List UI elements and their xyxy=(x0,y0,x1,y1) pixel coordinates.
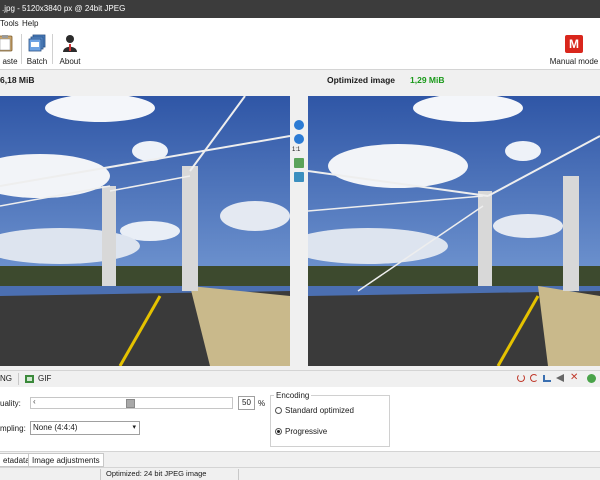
menu-bar: Tools Help xyxy=(0,18,600,30)
manual-mode-icon: M xyxy=(565,35,583,53)
compare-icon[interactable] xyxy=(294,172,304,182)
menu-tools[interactable]: Tools xyxy=(0,18,19,30)
status-bar: Optimized: 24 bit JPEG image xyxy=(0,467,600,480)
optimized-size: 1,29 MiB xyxy=(410,75,445,85)
optimized-image xyxy=(308,96,600,366)
chevron-down-icon: ▾ xyxy=(132,424,136,431)
gif-icon xyxy=(25,375,34,383)
original-image-panel[interactable] xyxy=(0,96,290,366)
slider-left-arrow-icon[interactable]: ‹ xyxy=(33,397,36,406)
progressive-radio[interactable] xyxy=(275,428,282,435)
clipboard-icon xyxy=(0,35,13,52)
manual-mode-button[interactable]: M Manual mode xyxy=(548,32,600,68)
status-divider xyxy=(100,469,101,480)
quality-slider[interactable]: ‹ xyxy=(30,397,233,409)
delete-icon[interactable]: ✕ xyxy=(570,373,578,383)
about-label: About xyxy=(59,57,81,66)
menu-help[interactable]: Help xyxy=(22,18,38,30)
refresh-icon[interactable] xyxy=(587,374,596,383)
quality-value-input[interactable]: 50 xyxy=(238,396,255,410)
batch-label: Batch xyxy=(26,57,48,66)
redo-icon[interactable] xyxy=(530,374,538,382)
fit-icon[interactable] xyxy=(294,158,304,168)
bottom-tabs: etadata Image adjustments xyxy=(0,451,600,467)
rotate-icon[interactable] xyxy=(556,374,564,382)
zoom-toolbar: 1:1 xyxy=(290,90,308,370)
optimized-image-panel[interactable] xyxy=(308,96,600,366)
toolbar-divider xyxy=(52,34,53,64)
toolbar-divider xyxy=(21,34,22,64)
format-gif-tab[interactable]: GIF xyxy=(38,371,51,386)
quality-slider-thumb[interactable] xyxy=(126,399,135,408)
zoom-out-icon[interactable] xyxy=(294,134,304,144)
standard-optimized-radio[interactable] xyxy=(275,407,282,414)
format-png-tab[interactable]: NG xyxy=(0,371,12,386)
original-size: 6,18 MiB xyxy=(0,75,35,85)
actual-size-button[interactable]: 1:1 xyxy=(292,147,300,153)
quality-percent-label: % xyxy=(258,399,266,408)
sampling-label: mpling: xyxy=(0,424,26,433)
about-button[interactable]: About xyxy=(56,32,84,68)
original-image xyxy=(0,96,290,366)
standard-optimized-label[interactable]: Standard optimized xyxy=(285,406,354,415)
status-divider xyxy=(238,469,239,480)
format-divider xyxy=(18,373,19,385)
progressive-label[interactable]: Progressive xyxy=(285,427,327,436)
status-text: Optimized: 24 bit JPEG image xyxy=(106,469,207,478)
paste-button[interactable]: aste xyxy=(0,32,20,68)
batch-button[interactable]: Batch xyxy=(25,32,49,68)
quality-label: uality: xyxy=(0,399,21,408)
format-bar: NG GIF ✕ xyxy=(0,370,600,386)
sampling-select[interactable]: None (4:4:4) ▾ xyxy=(30,421,140,435)
zoom-in-icon[interactable] xyxy=(294,120,304,130)
flip-icon[interactable] xyxy=(543,375,551,382)
info-bar: 6,18 MiB Optimized image 1,29 MiB xyxy=(0,70,600,90)
batch-icon xyxy=(28,34,46,52)
tab-image-adjustments[interactable]: Image adjustments xyxy=(28,453,104,467)
encoding-label: Encoding xyxy=(274,391,312,400)
encoding-group xyxy=(270,395,390,447)
paste-label: aste xyxy=(2,57,18,66)
undo-icon[interactable] xyxy=(517,374,525,382)
sampling-value: None (4:4:4) xyxy=(33,423,78,432)
optimized-label: Optimized image xyxy=(327,75,396,85)
title-bar: .jpg - 5120x3840 px @ 24bit JPEG xyxy=(0,0,600,18)
settings-panel: uality: ‹ 50 % mpling: None (4:4:4) ▾ En… xyxy=(0,387,600,451)
window-title: .jpg - 5120x3840 px @ 24bit JPEG xyxy=(2,4,126,13)
toolbar: aste Batch About M Manual mode xyxy=(0,30,600,70)
manual-mode-label: Manual mode xyxy=(549,57,599,66)
user-icon xyxy=(63,35,77,52)
